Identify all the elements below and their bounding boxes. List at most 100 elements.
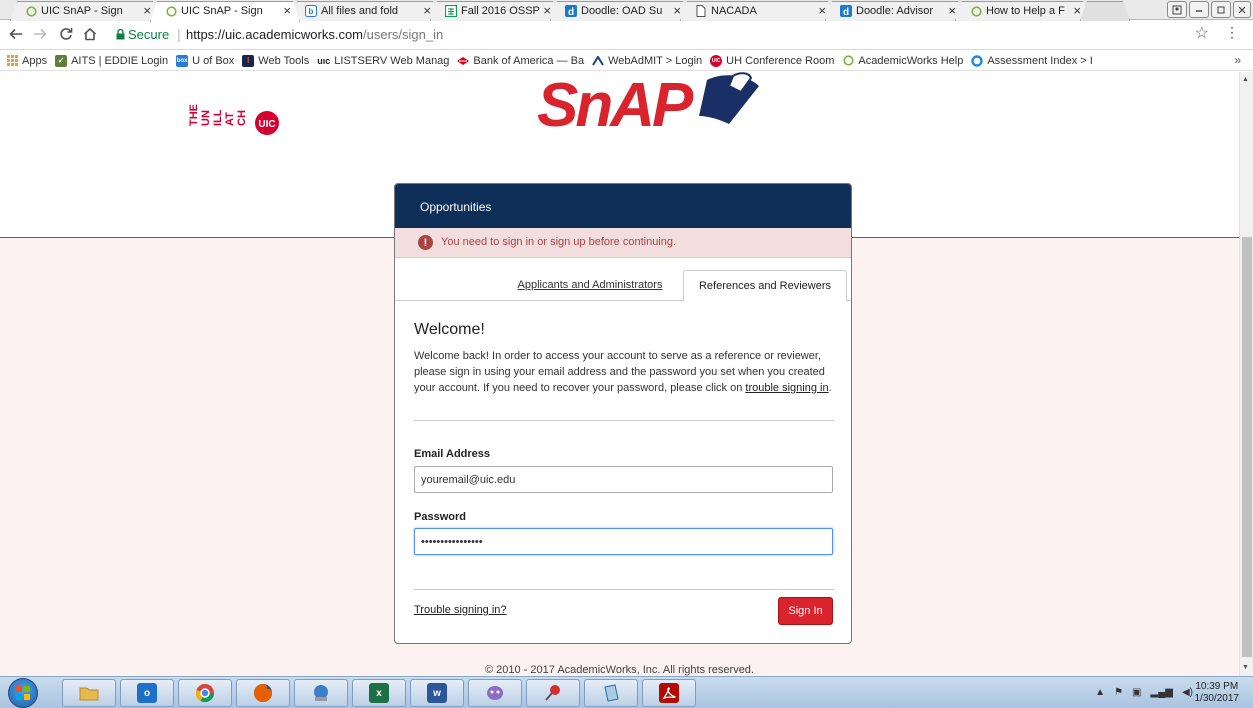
taskbar-messenger[interactable]	[468, 679, 522, 707]
browser-tab[interactable]: Fall 2016 OSSP ×	[430, 1, 560, 21]
chrome-icon	[195, 683, 215, 703]
logo-letters: AT	[224, 112, 236, 126]
browser-tab-strip: UIC SnAP - Sign × UIC SnAP - Sign × b Al…	[0, 0, 1253, 20]
bookmark-webadmit[interactable]: WebAdMIT > Login	[592, 55, 702, 67]
maximize-icon[interactable]	[1211, 1, 1231, 18]
minimize-icon[interactable]	[1189, 1, 1209, 18]
circle-outline-icon	[165, 5, 177, 17]
uic-logo: THE UN ILL AT CH UIC	[185, 90, 355, 139]
reload-icon[interactable]	[56, 24, 76, 44]
bookmark-bank-of-america[interactable]: Bank of America — Ba	[457, 55, 584, 67]
url-text: https://uic.academicworks.com/users/sign…	[186, 27, 443, 42]
volume-icon[interactable]: ◀)	[1182, 687, 1193, 698]
taskbar-network[interactable]	[294, 679, 348, 707]
sign-in-alert: ! You need to sign in or sign up before …	[395, 228, 851, 258]
bookmark-apps[interactable]: Apps	[6, 55, 47, 67]
bookmark-label: UH Conference Room	[726, 54, 835, 67]
tab-title: How to Help a F	[986, 5, 1065, 17]
doodle-icon: d	[840, 5, 852, 17]
bookmark-star-icon[interactable]: ☆	[1195, 23, 1209, 43]
tab-close-icon[interactable]: ×	[143, 3, 151, 18]
password-label: Password	[414, 511, 466, 523]
bookmark-label: Web Tools	[258, 54, 310, 67]
bookmark-listserv[interactable]: uıc LISTSERV Web Manag	[317, 55, 449, 67]
bookmark-label: AcademicWorks Help	[858, 54, 964, 67]
circle-outline-icon	[970, 5, 982, 17]
scroll-down-icon[interactable]: ▼	[1242, 664, 1249, 671]
bookmark-assessment-index[interactable]: Assessment Index > I	[971, 55, 1093, 67]
trouble-signing-in-inline-link[interactable]: trouble signing in	[745, 382, 828, 394]
snap-logo: SnAP	[537, 72, 777, 140]
back-arrow-icon[interactable]	[6, 24, 26, 44]
page-scrollbar[interactable]: ▲ ▼	[1239, 72, 1253, 676]
aits-icon: ✓	[55, 54, 68, 67]
bookmark-academicworks-help[interactable]: AcademicWorks Help	[842, 55, 963, 67]
forward-arrow-icon[interactable]	[30, 24, 50, 44]
clock-time: 10:39 PM	[1195, 681, 1239, 692]
tab-applicants-administrators[interactable]: Applicants and Administrators	[507, 270, 673, 302]
taskbar-word[interactable]: w	[410, 679, 464, 707]
doodle-icon: d	[565, 5, 577, 17]
browser-tab[interactable]: UIC SnAP - Sign ×	[10, 1, 160, 21]
browser-menu-icon[interactable]: ⋮	[1225, 24, 1239, 41]
circle-outline-icon	[842, 55, 854, 67]
scrollbar-thumb[interactable]	[1242, 237, 1252, 657]
windows-start-icon[interactable]	[8, 678, 38, 708]
folder-icon	[79, 683, 99, 703]
bookmark-uh-conference[interactable]: UIC UH Conference Room	[710, 54, 835, 67]
scroll-up-icon[interactable]: ▲	[1242, 76, 1249, 83]
new-tab-button[interactable]	[1080, 1, 1130, 21]
tab-close-icon[interactable]: ×	[423, 3, 431, 18]
bookmark-u-of-box[interactable]: box U of Box	[176, 54, 235, 67]
more-bookmarks-icon[interactable]: »	[1234, 53, 1241, 67]
tab-close-icon[interactable]: ×	[818, 3, 826, 18]
address-bar[interactable]: Secure | https://uic.academicworks.com/u…	[106, 24, 1226, 46]
user-profile-icon[interactable]	[1167, 1, 1187, 18]
system-clock[interactable]: 10:39 PM 1/30/2017	[1195, 681, 1240, 705]
welcome-text-end: .	[828, 382, 832, 394]
bookmark-web-tools[interactable]: I Web Tools	[242, 54, 310, 67]
page-icon	[695, 5, 707, 17]
browser-tab[interactable]: How to Help a F ×	[955, 1, 1090, 21]
browser-tab-active[interactable]: UIC SnAP - Sign ×	[150, 1, 300, 22]
signal-icon[interactable]: ▂▄▆	[1151, 687, 1173, 698]
browser-tab[interactable]: d Doodle: Advisor ×	[825, 1, 965, 21]
browser-tab[interactable]: d Doodle: OAD Su ×	[550, 1, 690, 21]
taskbar-chrome[interactable]	[178, 679, 232, 707]
close-window-icon[interactable]	[1233, 1, 1251, 18]
svg-text:d: d	[568, 7, 574, 17]
home-icon[interactable]	[80, 24, 100, 44]
tab-close-icon[interactable]: ×	[283, 3, 291, 18]
trouble-signing-in-link[interactable]: Trouble signing in?	[414, 604, 507, 616]
taskbar-pin[interactable]	[526, 679, 580, 707]
tab-references-reviewers[interactable]: References and Reviewers	[683, 270, 847, 302]
bookmark-aits[interactable]: ✓ AITS | EDDIE Login	[55, 54, 168, 67]
password-field[interactable]	[414, 528, 833, 555]
alert-message: You need to sign in or sign up before co…	[441, 236, 677, 248]
tab-close-icon[interactable]: ×	[1073, 3, 1081, 18]
sign-in-card: Opportunities ! You need to sign in or s…	[394, 183, 852, 644]
display-icon[interactable]: ▣	[1132, 687, 1141, 698]
sign-in-button[interactable]: Sign In	[778, 597, 833, 625]
acrobat-icon	[659, 683, 679, 703]
network-icon	[311, 683, 331, 703]
tab-close-icon[interactable]: ×	[543, 3, 551, 18]
bookmark-label: LISTSERV Web Manag	[334, 54, 450, 67]
taskbar-firefox[interactable]	[236, 679, 290, 707]
taskbar-acrobat[interactable]	[642, 679, 696, 707]
tray-expand-icon[interactable]: ▲	[1095, 687, 1105, 698]
bookmark-label: U of Box	[192, 54, 235, 67]
notepad-icon	[601, 683, 621, 703]
taskbar-notepad[interactable]	[584, 679, 638, 707]
tab-close-icon[interactable]: ×	[948, 3, 956, 18]
taskbar-excel[interactable]: x	[352, 679, 406, 707]
email-field[interactable]	[414, 466, 833, 493]
taskbar-outlook[interactable]: o	[120, 679, 174, 707]
address-separator: |	[177, 26, 181, 42]
browser-tab[interactable]: NACADA ×	[680, 1, 835, 21]
browser-tab[interactable]: b All files and fold ×	[290, 1, 440, 21]
excel-icon: x	[369, 683, 389, 703]
flag-icon[interactable]: ⚑	[1114, 687, 1123, 698]
tab-close-icon[interactable]: ×	[673, 3, 681, 18]
taskbar-explorer[interactable]	[62, 679, 116, 707]
